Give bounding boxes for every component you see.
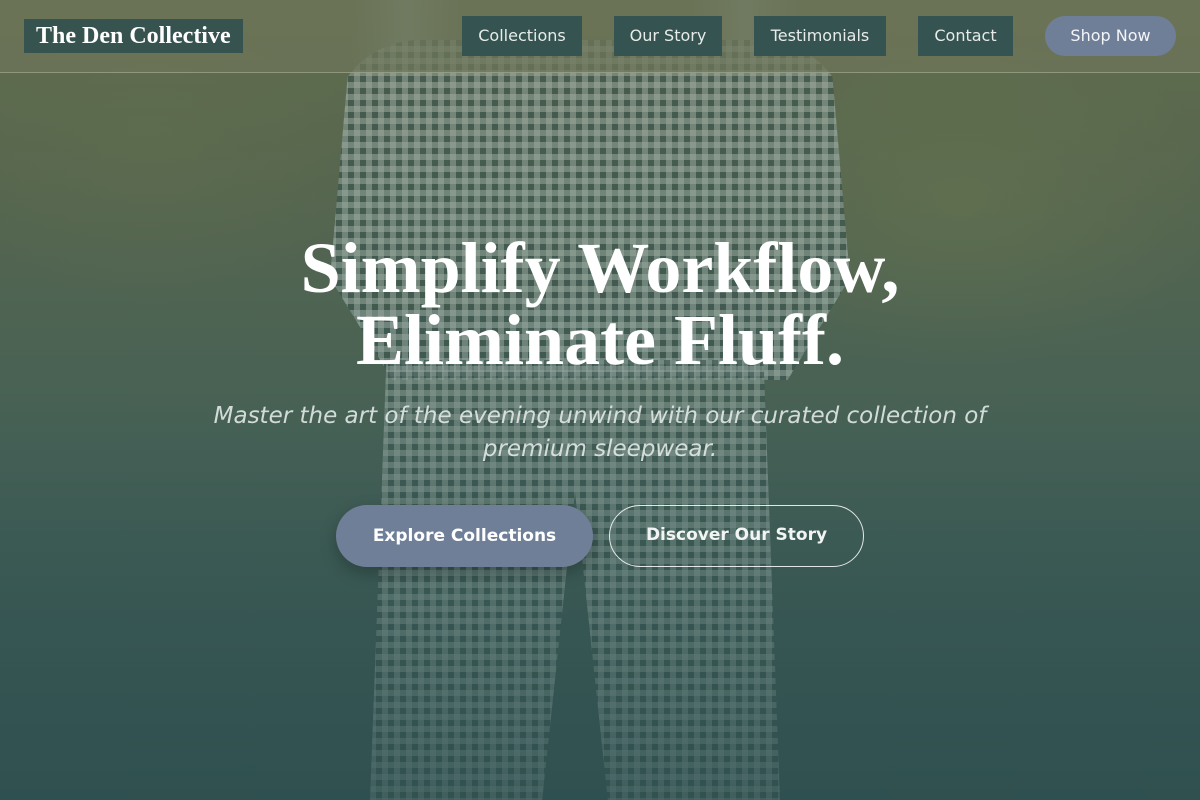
hero-title: Simplify Workflow, Eliminate Fluff. — [100, 232, 1100, 376]
shop-now-button[interactable]: Shop Now — [1045, 16, 1176, 56]
hero-title-line-2: Eliminate Fluff. — [356, 300, 844, 380]
nav-link-our-story[interactable]: Our Story — [614, 16, 722, 56]
brand-logo[interactable]: The Den Collective — [24, 19, 243, 53]
nav-link-collections[interactable]: Collections — [462, 16, 582, 56]
discover-our-story-button[interactable]: Discover Our Story — [609, 505, 864, 567]
hero-title-line-1: Simplify Workflow, — [300, 228, 900, 308]
site-header: The Den Collective Collections Our Story… — [0, 0, 1200, 73]
nav-link-contact[interactable]: Contact — [918, 16, 1013, 56]
explore-collections-button[interactable]: Explore Collections — [336, 505, 593, 567]
nav-link-testimonials[interactable]: Testimonials — [754, 16, 886, 56]
hero-subtitle: Master the art of the evening unwind wit… — [213, 403, 987, 462]
